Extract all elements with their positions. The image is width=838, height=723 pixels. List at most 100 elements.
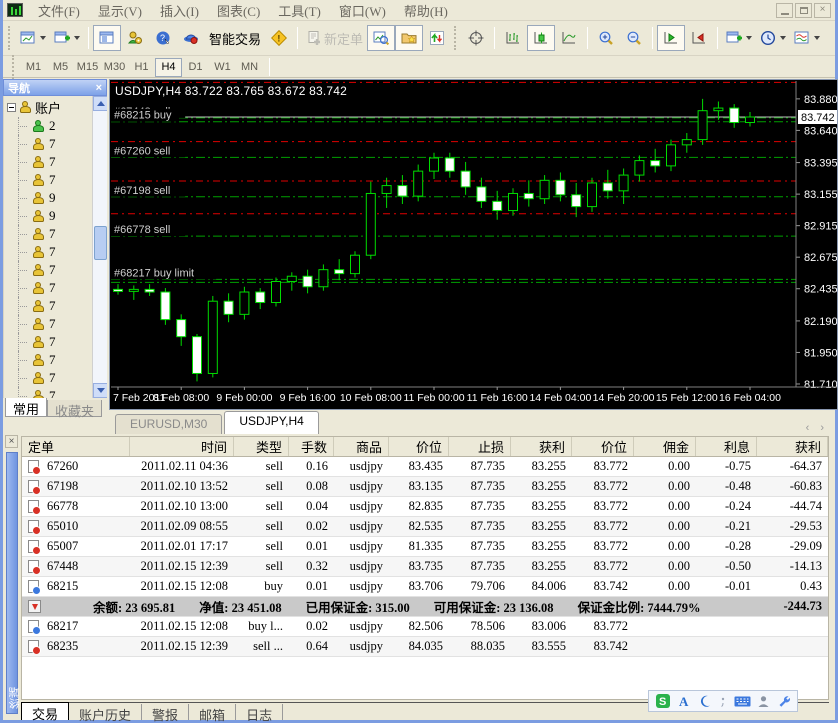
chart-tab-eurusdm30[interactable]: EURUSD,M30 [115, 414, 222, 434]
new-order-button[interactable]: 新定单 [302, 25, 367, 51]
bars-chart-button[interactable] [499, 25, 527, 51]
timeframe-d1[interactable]: D1 [182, 58, 209, 77]
navigator-close-icon[interactable]: × [96, 82, 102, 94]
navigator-header[interactable]: 导航 × [3, 79, 107, 96]
column-header-3[interactable]: 手数 [289, 437, 334, 456]
terminal-tab-日志[interactable]: 日志 [236, 704, 283, 720]
moon-icon[interactable] [698, 694, 712, 708]
navigator-toggle-button[interactable] [93, 25, 121, 51]
dropdown-arrow-icon[interactable] [74, 36, 80, 40]
minimize-button[interactable] [776, 3, 793, 18]
crosshair-button[interactable] [462, 25, 490, 51]
ime-language-bar[interactable]: SA [648, 690, 798, 712]
terminal-tab-账户历史[interactable]: 账户历史 [69, 704, 142, 720]
periods-button[interactable] [756, 25, 790, 51]
profiles-button[interactable] [50, 25, 84, 51]
order-row-65007[interactable]: 650072011.02.01 17:17sell0.01usdjpy81.33… [22, 537, 828, 557]
column-header-9[interactable]: 佣金 [634, 437, 696, 456]
metaeditor-hat-button[interactable] [177, 25, 205, 51]
column-header-5[interactable]: 价位 [389, 437, 449, 456]
toolbar-grip[interactable] [454, 26, 459, 50]
balance-summary-row[interactable]: 余额: 23 695.81净值: 23 451.08已用保证金: 315.00可… [22, 597, 828, 617]
menu-item-6[interactable]: 帮助(H) [395, 0, 457, 22]
column-header-10[interactable]: 利息 [696, 437, 757, 456]
menu-item-1[interactable]: 显示(V) [89, 0, 151, 22]
alerts-button[interactable]: ! [265, 25, 293, 51]
toolbar-grip[interactable] [12, 55, 17, 79]
candles-chart-button[interactable] [527, 25, 555, 51]
terminal-tab-邮箱[interactable]: 邮箱 [189, 704, 236, 720]
timeframe-m5[interactable]: M5 [47, 58, 74, 77]
order-row-67448[interactable]: 674482011.02.15 12:39sell0.32usdjpy83.73… [22, 557, 828, 577]
order-row-67260[interactable]: 672602011.02.11 04:36sell0.16usdjpy83.43… [22, 457, 828, 477]
timeframe-h4[interactable]: H4 [155, 58, 182, 77]
price-chart[interactable]: 83.88083.64083.39583.15582.91582.67582.4… [111, 81, 837, 409]
scroll-down-icon[interactable] [93, 383, 107, 398]
accounts-button[interactable] [121, 25, 149, 51]
dropdown-arrow-icon[interactable] [746, 36, 752, 40]
chart-mdi-icon[interactable] [7, 3, 23, 17]
close-button[interactable]: × [814, 3, 831, 18]
chart-shift-button[interactable] [685, 25, 713, 51]
column-header-11[interactable]: 获利 [757, 437, 828, 456]
order-row-65010[interactable]: 650102011.02.09 08:55sell0.02usdjpy82.53… [22, 517, 828, 537]
chart-tab-usdjpyh4[interactable]: USDJPY,H4 [224, 411, 318, 434]
auto-update-button[interactable] [423, 25, 451, 51]
chart-window[interactable]: USDJPY,H4 83.722 83.765 83.672 83.742 83… [109, 79, 838, 410]
wrench-icon[interactable] [777, 694, 791, 708]
column-header-6[interactable]: 止损 [449, 437, 511, 456]
new-chart-button[interactable] [16, 25, 50, 51]
timeframe-m15[interactable]: M15 [74, 58, 101, 77]
order-row-68215[interactable]: 682152011.02.15 12:08buy0.01usdjpy83.706… [22, 577, 828, 597]
strategy-tester-button[interactable] [367, 25, 395, 51]
dropdown-arrow-icon[interactable] [780, 36, 786, 40]
context-help-button[interactable]: ? [149, 25, 177, 51]
terminal-close-icon[interactable]: × [5, 435, 18, 448]
navigator-scrollbar[interactable] [92, 96, 107, 398]
auto-scroll-button[interactable] [657, 25, 685, 51]
terminal-tab-警报[interactable]: 警报 [142, 704, 189, 720]
column-header-2[interactable]: 类型 [234, 437, 289, 456]
menu-item-3[interactable]: 图表(C) [208, 0, 269, 22]
menu-item-5[interactable]: 窗口(W) [330, 0, 395, 22]
scroll-up-icon[interactable] [93, 96, 107, 111]
person-icon[interactable] [757, 695, 770, 708]
order-row-67198[interactable]: 671982011.02.10 13:52sell0.08usdjpy83.13… [22, 477, 828, 497]
terminal-tab-交易[interactable]: 交易 [21, 702, 69, 720]
scrollbar-thumb[interactable] [94, 226, 107, 260]
zoom-in-button[interactable] [592, 25, 620, 51]
expert-advisors-button[interactable]: 智能交易 [205, 25, 265, 51]
order-row-68217[interactable]: 682172011.02.15 12:08buy l...0.02usdjpy8… [22, 617, 828, 637]
collapse-icon[interactable] [7, 103, 16, 112]
line-chart-button[interactable] [555, 25, 583, 51]
menu-item-0[interactable]: 文件(F) [29, 0, 89, 22]
column-header-4[interactable]: 商品 [334, 437, 389, 456]
order-row-66778[interactable]: 667782011.02.10 13:00sell0.04usdjpy82.83… [22, 497, 828, 517]
menu-item-2[interactable]: 插入(I) [151, 0, 208, 22]
tab-scroll-arrows[interactable]: ‹ › [806, 422, 838, 434]
indicators-button[interactable] [722, 25, 756, 51]
dropdown-arrow-icon[interactable] [814, 36, 820, 40]
dropdown-arrow-icon[interactable] [40, 36, 46, 40]
favorites-button[interactable] [395, 25, 423, 51]
column-header-1[interactable]: 时间 [130, 437, 234, 456]
letter-a-icon[interactable]: A [678, 694, 692, 708]
timeframe-mn[interactable]: MN [236, 58, 263, 77]
restore-button[interactable] [795, 3, 812, 18]
order-row-68235[interactable]: 682352011.02.15 12:39sell ...0.64usdjpy8… [22, 637, 828, 657]
sogou-icon[interactable]: S [655, 693, 671, 709]
timeframe-m30[interactable]: M30 [101, 58, 128, 77]
column-header-0[interactable]: 定单 [22, 437, 130, 456]
column-header-7[interactable]: 获利 [511, 437, 572, 456]
comma-icon[interactable] [719, 694, 727, 708]
column-header-8[interactable]: 价位 [572, 437, 634, 456]
navigator-tab-收藏夹[interactable]: 收藏夹 [47, 400, 102, 417]
templates-button[interactable] [790, 25, 824, 51]
keyboard-icon[interactable] [734, 695, 751, 708]
timeframe-w1[interactable]: W1 [209, 58, 236, 77]
menu-item-4[interactable]: 工具(T) [269, 0, 330, 22]
timeframe-h1[interactable]: H1 [128, 58, 155, 77]
toolbar-grip[interactable] [8, 26, 13, 50]
zoom-out-button[interactable] [620, 25, 648, 51]
navigator-tab-常用[interactable]: 常用 [5, 398, 47, 417]
